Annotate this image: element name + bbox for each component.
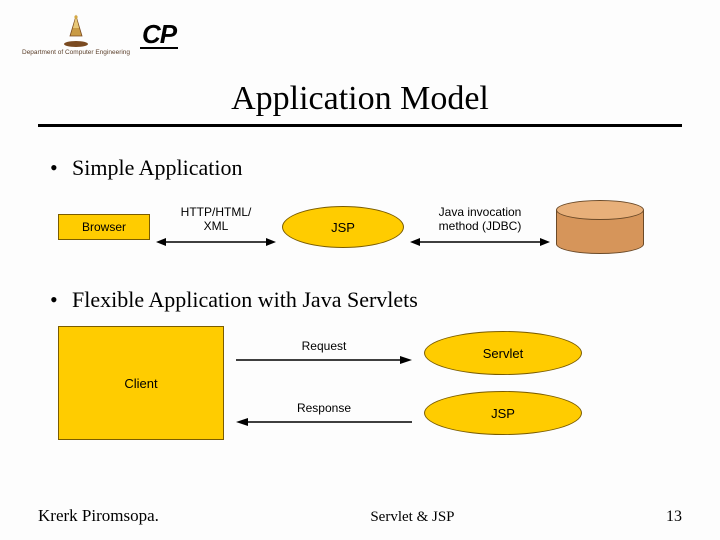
jsp-ellipse: JSP (424, 391, 582, 435)
bullet-simple: Simple Application (72, 155, 682, 181)
arrow-left-icon (236, 417, 412, 427)
response-label: Response (297, 401, 351, 415)
bullet-flexible: Flexible Application with Java Servlets (72, 287, 682, 313)
footer-center: Servlet & JSP (159, 509, 666, 526)
jsp-ellipse: JSP (282, 206, 404, 248)
response-arrow-row: Response (236, 401, 412, 427)
connector-http-label: HTTP/HTML/ XML (181, 206, 252, 234)
diagram-flexible: Client Request Response Servlet JSP (58, 323, 682, 443)
footer-author: Krerk Piromsopa. (38, 506, 159, 526)
page-title: Application Model (38, 80, 682, 118)
emblem-icon (62, 14, 90, 48)
diagram-simple: Browser HTTP/HTML/ XML JSP Java invocati… (58, 191, 682, 263)
double-arrow-icon (156, 236, 276, 248)
cylinder-top-icon (556, 200, 644, 220)
arrow-column: Request Response (236, 333, 412, 433)
logo-area: Department of Computer Engineering CP (22, 14, 178, 56)
request-label: Request (302, 339, 347, 353)
bullet-list: Simple Application (38, 155, 682, 181)
connector-jdbc-label: Java invocation method (JDBC) (439, 206, 522, 234)
title-rule (38, 124, 682, 127)
servlet-ellipse: Servlet (424, 331, 582, 375)
dept-caption: Department of Computer Engineering (22, 49, 130, 56)
arrow-right-icon (236, 355, 412, 365)
footer: Krerk Piromsopa. Servlet & JSP 13 (0, 506, 720, 526)
connector-jdbc: Java invocation method (JDBC) (410, 206, 550, 248)
connector-http: HTTP/HTML/ XML (156, 206, 276, 248)
request-arrow-row: Request (236, 339, 412, 365)
double-arrow-icon (410, 236, 550, 248)
cp-logo: CP (140, 21, 178, 49)
client-box: Client (58, 326, 224, 440)
browser-box: Browser (58, 214, 150, 240)
servlet-jsp-stack: Servlet JSP (424, 331, 582, 435)
bullet-list: Flexible Application with Java Servlets (38, 287, 682, 313)
dept-logo: Department of Computer Engineering (22, 14, 130, 56)
slide: Department of Computer Engineering CP Ap… (0, 0, 720, 540)
footer-page-number: 13 (666, 508, 682, 526)
database-cylinder (556, 200, 644, 254)
